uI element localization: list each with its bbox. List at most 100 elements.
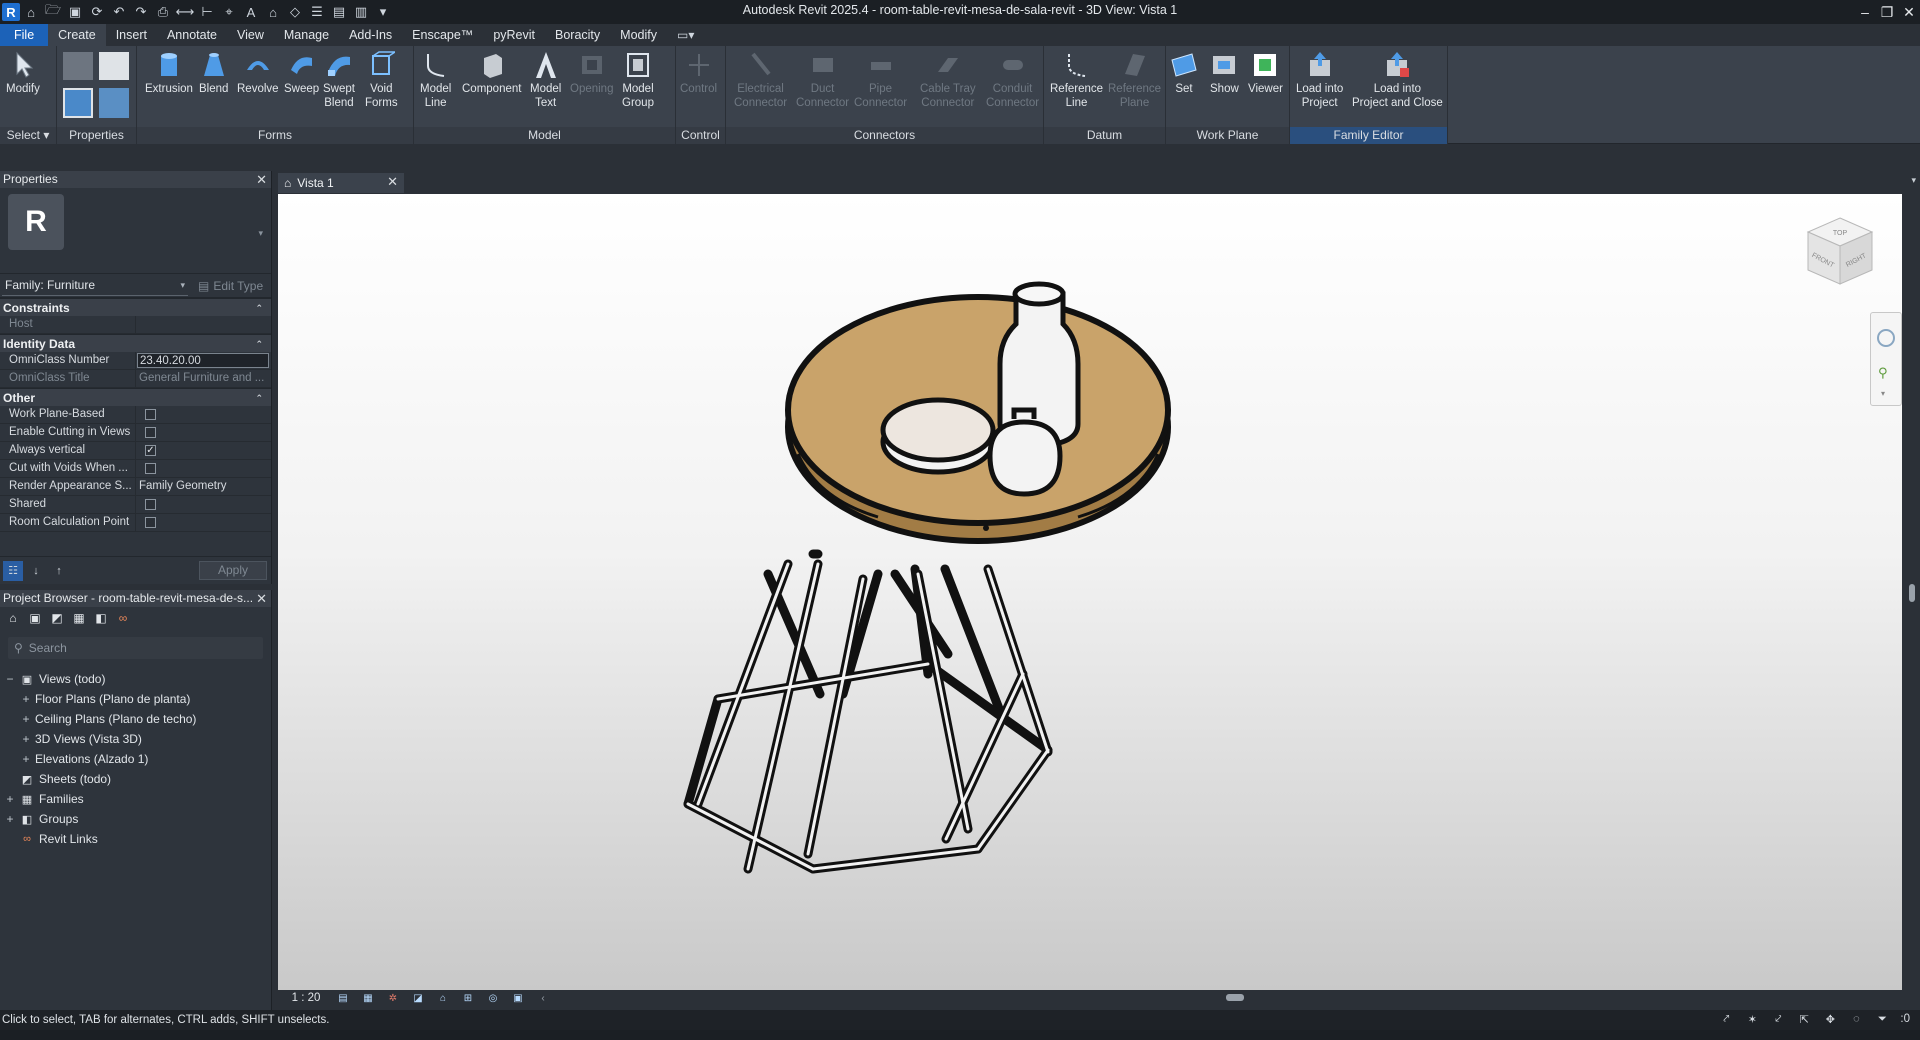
steering-wheel-icon[interactable] (1877, 329, 1895, 347)
always-vertical-checkbox[interactable]: ✓ (145, 445, 156, 456)
groups-icon[interactable]: ◧ (92, 609, 110, 627)
tab-pyrevit[interactable]: pyRevit (483, 24, 545, 46)
background-process-icon[interactable]: ◌ (1848, 1011, 1864, 1027)
conduit-connector-button[interactable]: Conduit Connector (986, 50, 1039, 110)
temporary-hide-icon[interactable]: ◎ (484, 991, 502, 1005)
minimize-icon[interactable]: – (1854, 0, 1876, 24)
chevron-down-icon[interactable]: ▾ (258, 228, 263, 239)
expand-icon[interactable]: + (20, 712, 32, 726)
tree-node-3d-views[interactable]: + 3D Views (Vista 3D) (0, 729, 271, 749)
filter-icon[interactable]: ⏷ (1874, 1011, 1890, 1027)
collapse-icon[interactable]: ⌃ (255, 389, 263, 407)
sheets-icon[interactable]: ◩ (48, 609, 66, 627)
family-types-icon[interactable] (63, 52, 93, 80)
undo-icon[interactable]: ↶ (108, 2, 130, 22)
select-pinned-icon[interactable]: ⤦ (1770, 1011, 1786, 1027)
set-button[interactable]: Set (1170, 50, 1198, 96)
swept-blend-button[interactable]: Swept Blend (323, 50, 355, 110)
tab-file[interactable]: File (0, 24, 49, 46)
modify-button[interactable]: Modify (6, 50, 40, 96)
expand-icon[interactable]: + (20, 692, 32, 706)
apply-button[interactable]: Apply (199, 561, 267, 580)
electrical-connector-button[interactable]: Electrical Connector (734, 50, 787, 110)
select-underlay-icon[interactable]: ✶ (1744, 1011, 1760, 1027)
drawing-canvas[interactable]: TOP FRONT RIGHT ⚲ ▾ (278, 194, 1902, 990)
restore-icon[interactable]: ❐ (1876, 0, 1898, 24)
navbar-options-icon[interactable]: ▾ (1881, 389, 1885, 398)
tab-enscape[interactable]: Enscape™ (402, 24, 483, 46)
sort-ascending-icon[interactable]: ↓ (26, 561, 46, 581)
model-line-button[interactable]: Model Line (420, 50, 451, 110)
model-text-button[interactable]: Model Text (530, 50, 561, 110)
close-icon[interactable]: ✕ (1898, 0, 1920, 24)
tab-view[interactable]: View (227, 24, 274, 46)
tree-node-ceiling-plans[interactable]: + Ceiling Plans (Plano de techo) (0, 709, 271, 729)
expand-icon[interactable]: + (20, 752, 32, 766)
redo-icon[interactable]: ↷ (130, 2, 152, 22)
views-icon[interactable]: ▣ (26, 609, 44, 627)
revolve-button[interactable]: Revolve (237, 50, 279, 96)
reference-plane-button[interactable]: Reference Plane (1108, 50, 1161, 110)
tab-vista-1[interactable]: ⌂ Vista 1 ✕ (278, 173, 404, 193)
close-icon[interactable]: ✕ (256, 590, 267, 607)
void-forms-button[interactable]: Void Forms (365, 50, 398, 110)
properties-icon[interactable] (63, 88, 93, 118)
measure-icon[interactable]: ⟷ (174, 2, 196, 22)
save-icon[interactable]: ▣ (64, 2, 86, 22)
family-category-icon[interactable] (99, 52, 129, 80)
thin-lines-icon[interactable]: ☰ (306, 2, 328, 22)
home-icon[interactable]: ⌂ (20, 2, 42, 22)
blend-button[interactable]: Blend (199, 50, 228, 96)
component-button[interactable]: Component (462, 50, 521, 96)
expand-icon[interactable]: + (20, 732, 32, 746)
tab-boracity[interactable]: Boracity (545, 24, 610, 46)
omniclass-number-field[interactable]: 23.40.20.00 (137, 353, 269, 368)
close-icon[interactable]: ✕ (256, 171, 267, 188)
collapse-icon[interactable]: − (4, 672, 16, 686)
collapse-icon[interactable]: ⌃ (255, 299, 263, 317)
cable-tray-connector-button[interactable]: Cable Tray Connector (920, 50, 976, 110)
tab-list-icon[interactable]: ▾ (1911, 175, 1916, 186)
work-plane-based-checkbox[interactable] (145, 409, 156, 420)
pipe-connector-button[interactable]: Pipe Connector (854, 50, 907, 110)
links-icon[interactable]: ∞ (114, 609, 132, 627)
cut-with-voids-checkbox[interactable] (145, 463, 156, 474)
print-icon[interactable]: ⎙ (152, 2, 174, 22)
section-icon[interactable]: ◇ (284, 2, 306, 22)
scrollbar-thumb[interactable] (1909, 584, 1915, 602)
dimension-icon[interactable]: ⊢ (196, 2, 218, 22)
tree-node-families[interactable]: + ▦ Families (0, 789, 271, 809)
cube-top-label[interactable]: TOP (1833, 230, 1848, 237)
drag-elements-icon[interactable]: ✥ (1822, 1011, 1838, 1027)
show-button[interactable]: Show (1210, 50, 1239, 96)
extrusion-button[interactable]: Extrusion (145, 50, 193, 96)
select-dropdown[interactable]: Select ▾ (0, 127, 56, 144)
tab-manage[interactable]: Manage (274, 24, 339, 46)
open-icon[interactable]: 🗁 (42, 2, 64, 22)
text-icon[interactable]: A (240, 2, 262, 22)
sweep-button[interactable]: Sweep (284, 50, 319, 96)
tag-icon[interactable]: ⌖ (218, 2, 240, 22)
categorized-sort-icon[interactable]: ☷ (3, 560, 23, 581)
sun-path-icon[interactable]: ✲ (384, 991, 402, 1005)
tab-modify[interactable]: Modify (610, 24, 667, 46)
opening-button[interactable]: Opening (570, 50, 613, 96)
camera-dropdown-icon[interactable]: ▭▾ (667, 28, 704, 42)
3d-view-icon[interactable]: ⌂ (262, 2, 284, 22)
select-by-face-icon[interactable]: ⇱ (1796, 1011, 1812, 1027)
identity-data-section[interactable]: Identity Data ⌃ (0, 334, 271, 352)
shadows-icon[interactable]: ◪ (409, 991, 427, 1005)
customize-qat-icon[interactable]: ▾ (372, 2, 394, 22)
revit-logo[interactable]: R (2, 3, 20, 21)
expand-icon[interactable]: + (4, 792, 16, 806)
horizontal-scrollbar-thumb[interactable] (1226, 994, 1244, 1001)
render-appearance-value[interactable]: Family Geometry (136, 478, 271, 495)
render-icon[interactable]: ⌂ (434, 991, 452, 1005)
tab-create[interactable]: Create (48, 24, 106, 46)
viewer-button[interactable]: Viewer (1248, 50, 1283, 96)
reference-line-button[interactable]: Reference Line (1050, 50, 1103, 110)
visual-style-icon[interactable]: ▦ (359, 991, 377, 1005)
model-group-button[interactable]: Model Group (622, 50, 654, 110)
vertical-scrollbar[interactable] (1904, 194, 1920, 990)
tree-node-views[interactable]: − ▣ Views (todo) (0, 669, 271, 689)
